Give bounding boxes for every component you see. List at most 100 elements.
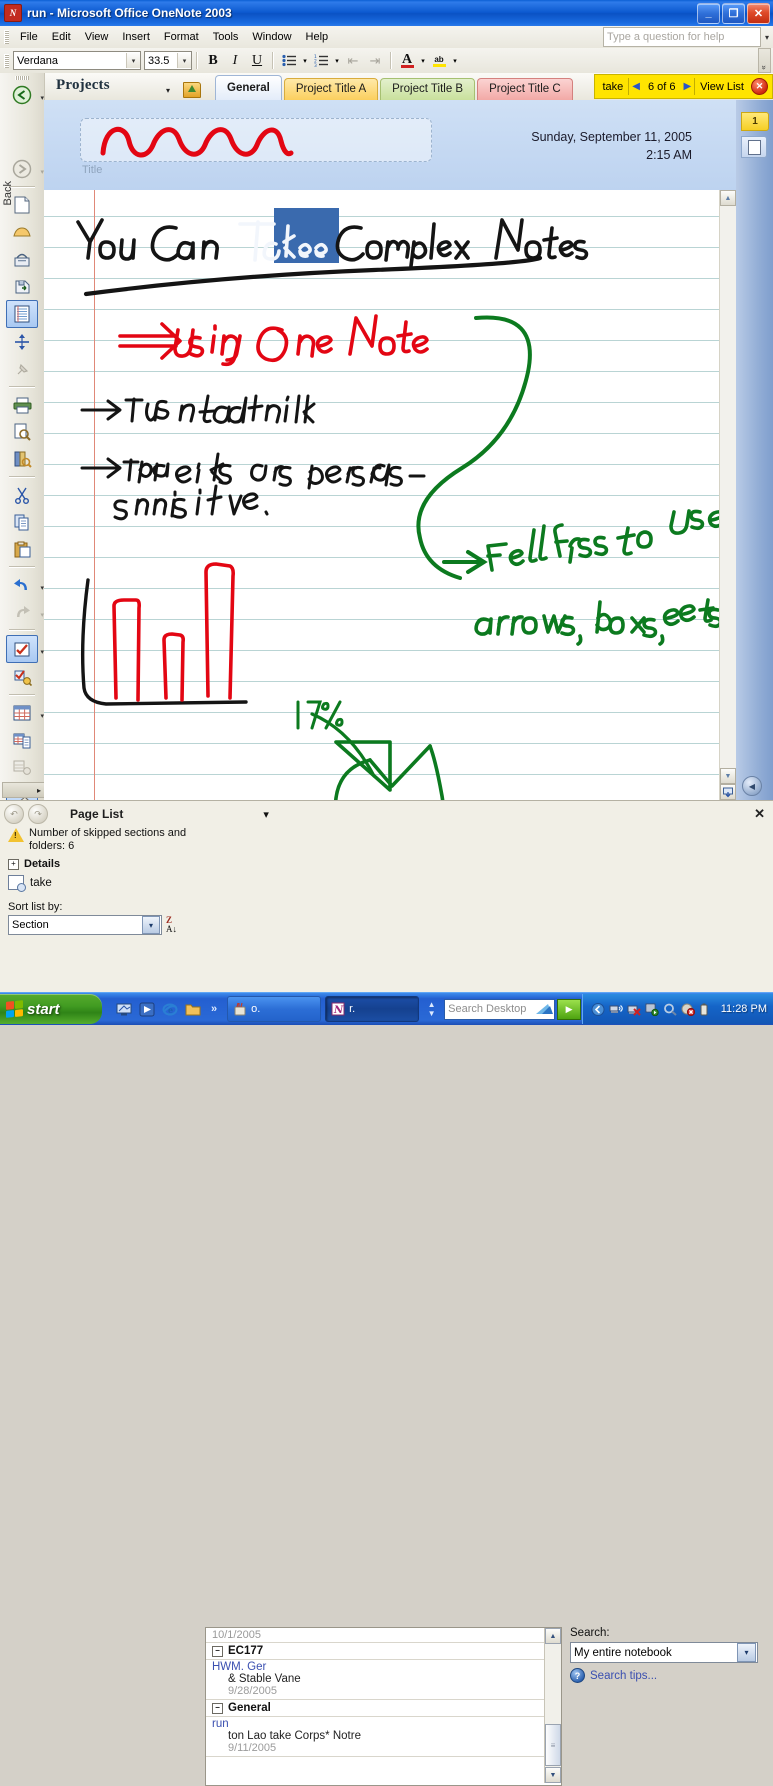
battery-icon[interactable] [699,1003,713,1016]
toolbar-gripper[interactable] [4,53,9,68]
chevron-down-icon[interactable]: ▾ [300,50,310,71]
tab-project-title-a[interactable]: Project Title A [283,78,379,100]
chevron-down-icon[interactable]: ▾ [142,916,160,934]
font-color-icon[interactable]: A [396,50,418,71]
start-button[interactable]: start [0,994,102,1024]
minimize-button[interactable]: _ [697,2,720,24]
insert-table-icon[interactable]: ▾ [7,700,44,726]
page-list-results[interactable]: 10/1/2005 − EC177 HWM. Ger & Stable Vane… [205,1627,562,1786]
open-icon[interactable] [7,246,37,272]
result-title[interactable]: HWM. Ger [206,1660,561,1673]
toolbar-expand-button[interactable]: ▸ [2,782,45,798]
task-pane-dropdown-icon[interactable]: ▾ [263,808,269,821]
full-page-view-icon[interactable] [720,784,736,800]
cut-icon[interactable] [7,482,37,508]
insert-outlook-task-icon[interactable] [7,727,37,753]
task-pane-back-button[interactable]: ↶ [4,804,24,824]
scrollbar-thumb[interactable]: ≡ [545,1724,561,1766]
taskbar-button-paint[interactable]: o. [227,996,322,1022]
view-list-button[interactable]: View List [695,81,749,93]
bold-button[interactable]: B [202,50,224,71]
menu-item-help[interactable]: Help [299,29,336,45]
taskbar-scroll-spinner[interactable]: ▲ ▼ [425,996,438,1022]
result-section-header[interactable]: − General [206,1700,561,1716]
chevron-down-icon[interactable]: ▾ [166,86,170,95]
menu-item-file[interactable]: File [13,29,45,45]
scroll-up-button[interactable]: ▲ [545,1628,561,1644]
menu-item-window[interactable]: Window [245,29,298,45]
chevron-down-icon[interactable]: ▾ [765,33,769,42]
tab-project-title-c[interactable]: Project Title C [477,78,573,100]
tab-project-title-b[interactable]: Project Title B [380,78,476,100]
collapse-icon[interactable]: − [212,1645,223,1657]
sort-by-select[interactable]: Section ▾ [8,915,162,935]
new-subpage-icon[interactable] [7,219,37,245]
collapse-page-tabs-icon[interactable]: ◀ [742,776,762,796]
hide-icons-icon[interactable] [591,1002,605,1016]
page-tab-1[interactable]: 1 [741,112,769,131]
results-scrollbar[interactable]: ▲ ≡ ▼ [544,1628,561,1783]
print-preview-icon[interactable] [7,419,37,445]
menu-item-format[interactable]: Format [157,29,206,45]
menu-item-view[interactable]: View [78,29,116,45]
italic-button[interactable]: I [224,50,246,71]
details-expander-row[interactable]: + Details [8,858,198,870]
chevron-down-icon[interactable]: ▾ [450,50,460,71]
chevron-down-icon[interactable]: ▾ [418,50,428,71]
research-icon[interactable] [7,446,37,472]
network-icon[interactable] [609,1003,623,1016]
decrease-indent-icon[interactable]: ⇤ [342,50,364,71]
highlight-icon[interactable]: ab [428,50,450,71]
search-tips-link[interactable]: ? Search tips... [570,1668,766,1683]
toolbar-overflow-button[interactable]: » [758,48,771,73]
chevron-down-icon[interactable]: ▾ [332,50,342,71]
canvas-scrollbar[interactable]: ▲ ▼ [719,190,736,800]
list-item[interactable]: 10/1/2005 [206,1628,561,1643]
insert-file-printout-icon[interactable] [7,754,37,780]
desktop-search-go-button[interactable]: ▶ [557,998,582,1020]
show-desktop-icon[interactable] [116,1002,132,1017]
ink-canvas[interactable] [44,190,736,800]
close-find-icon[interactable]: ✕ [751,78,768,95]
underline-button[interactable]: U [246,50,268,71]
paste-icon[interactable] [7,536,37,562]
page-title-input[interactable] [80,118,432,162]
numbering-icon[interactable]: 123 [310,50,332,71]
taskbar-clock[interactable]: 11:28 PM [721,1003,767,1015]
result-section-header[interactable]: − EC177 [206,1643,561,1659]
table-row[interactable]: run ton Lao take Corps* Notre 9/11/2005 [206,1716,561,1757]
print-icon[interactable] [7,392,37,418]
chevron-down-icon[interactable]: ▾ [177,53,191,68]
spinner-up-icon[interactable]: ▲ [428,1000,436,1009]
scroll-down-button[interactable]: ▼ [720,768,736,784]
collapse-icon[interactable]: − [212,1702,223,1714]
help-question-input[interactable]: Type a question for help [602,27,761,47]
menu-item-edit[interactable]: Edit [45,29,78,45]
scroll-down-button[interactable]: ▼ [545,1767,561,1783]
page-setup-icon[interactable] [6,300,38,328]
task-pane-forward-button[interactable]: ↷ [28,804,48,824]
media-icon[interactable] [139,1002,155,1017]
desktop-search-input[interactable]: Search Desktop [444,998,556,1020]
internet-explorer-icon[interactable]: e [162,1002,178,1017]
sort-z-to-a-icon[interactable]: Z A↓ [166,916,177,934]
expand-icon[interactable]: + [8,858,19,870]
taskbar-button-onenote[interactable]: N r. [325,996,420,1022]
note-flag-icon[interactable]: ▾ [6,635,44,663]
increase-indent-icon[interactable]: ⇥ [364,50,386,71]
table-row[interactable]: HWM. Ger & Stable Vane 9/28/2005 [206,1659,561,1700]
network-error-icon[interactable] [627,1003,641,1016]
bullets-icon[interactable] [278,50,300,71]
spinner-down-icon[interactable]: ▼ [428,1009,436,1018]
new-section-folder-icon[interactable] [183,82,201,98]
font-size-combo[interactable]: 33.5 ▾ [144,51,192,70]
toolbar-gripper[interactable] [15,76,29,80]
menu-item-insert[interactable]: Insert [115,29,157,45]
find-next-icon[interactable]: ▶ [680,81,694,92]
task-pane-close-icon[interactable]: ✕ [754,806,765,822]
folder-icon[interactable] [185,1002,201,1017]
security-icon[interactable] [681,1003,695,1016]
find-previous-icon[interactable]: ◀ [629,81,643,92]
pin-icon[interactable] [7,356,37,382]
close-button[interactable]: ✕ [747,2,770,24]
